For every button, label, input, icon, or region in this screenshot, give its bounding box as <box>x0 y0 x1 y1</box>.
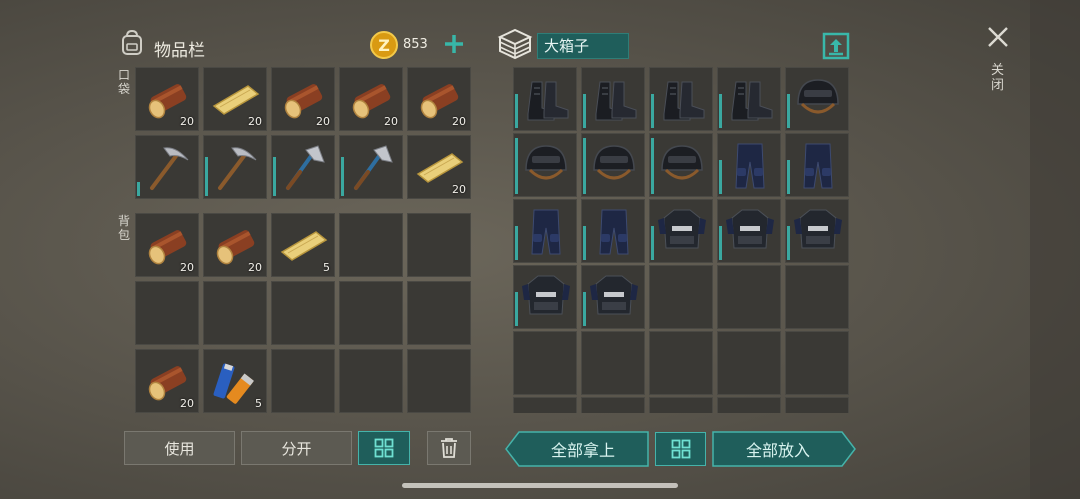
durability-bar <box>583 94 586 128</box>
container-sort-button[interactable] <box>655 432 706 466</box>
container-slot-vest[interactable] <box>717 199 781 263</box>
container-slot-helmet[interactable] <box>513 133 577 197</box>
durability-bar <box>719 226 722 260</box>
container-slot-empty[interactable] <box>717 265 781 329</box>
home-indicator[interactable] <box>402 483 678 488</box>
vest-icon <box>794 209 842 249</box>
container-slot-empty[interactable] <box>717 331 781 395</box>
durability-bar <box>719 94 722 128</box>
container-slot-boots[interactable] <box>513 67 577 131</box>
boots-icon <box>731 81 773 121</box>
container-slot-empty[interactable] <box>785 397 849 413</box>
helmet-icon <box>525 145 567 180</box>
container-slot-empty[interactable] <box>649 397 713 413</box>
helmet-icon <box>797 79 839 114</box>
vest-icon <box>726 209 774 249</box>
container-slot-boots[interactable] <box>581 67 645 131</box>
container-slot-vest[interactable] <box>513 265 577 329</box>
container-slot-vest[interactable] <box>785 199 849 263</box>
pants-icon <box>735 143 765 189</box>
container-slot-helmet[interactable] <box>649 133 713 197</box>
container-slot-boots[interactable] <box>649 67 713 131</box>
durability-bar <box>583 292 586 326</box>
boots-icon <box>527 81 569 121</box>
container-slot-pants[interactable] <box>717 133 781 197</box>
container-slot-empty[interactable] <box>649 331 713 395</box>
take-all-button[interactable]: 全部拿上 <box>517 431 649 467</box>
container-slot-vest[interactable] <box>649 199 713 263</box>
helmet-icon <box>661 145 703 180</box>
container-slot-pants[interactable] <box>513 199 577 263</box>
container-slot-empty[interactable] <box>785 265 849 329</box>
container-slot-pants[interactable] <box>581 199 645 263</box>
boots-icon <box>595 81 637 121</box>
trash-icon <box>441 438 457 458</box>
close-label[interactable]: 关闭 <box>991 63 1005 93</box>
vest-icon <box>590 275 638 315</box>
boots-icon <box>663 81 705 121</box>
durability-bar <box>515 292 518 326</box>
container-slot-boots[interactable] <box>717 67 781 131</box>
container-slot-empty[interactable] <box>785 331 849 395</box>
durability-bar <box>515 226 518 260</box>
pants-icon <box>531 209 561 255</box>
pants-icon <box>803 143 833 189</box>
container-slot-empty[interactable] <box>513 331 577 395</box>
container-slot-empty[interactable] <box>513 397 577 413</box>
pants-icon <box>599 209 629 255</box>
vest-icon <box>522 275 570 315</box>
durability-bar <box>651 226 654 260</box>
container-slot-pants[interactable] <box>785 133 849 197</box>
durability-bar <box>787 226 790 260</box>
durability-bar <box>583 138 586 194</box>
vest-icon <box>658 209 706 249</box>
container-grid <box>0 0 1080 413</box>
split-button[interactable]: 分开 <box>241 431 352 465</box>
grid-icon <box>374 438 394 458</box>
durability-bar <box>515 94 518 128</box>
trash-button[interactable] <box>427 431 471 465</box>
durability-bar <box>651 138 654 194</box>
durability-bar <box>583 226 586 260</box>
container-slot-empty[interactable] <box>581 331 645 395</box>
close-icon[interactable] <box>986 25 1010 49</box>
helmet-icon <box>593 145 635 180</box>
container-slot-helmet[interactable] <box>581 133 645 197</box>
container-slot-empty[interactable] <box>581 397 645 413</box>
durability-bar <box>719 160 722 194</box>
durability-bar <box>515 138 518 194</box>
sort-grid-button[interactable] <box>358 431 410 465</box>
container-slot-empty[interactable] <box>649 265 713 329</box>
use-button[interactable]: 使用 <box>124 431 235 465</box>
durability-bar <box>787 160 790 194</box>
container-slot-empty[interactable] <box>717 397 781 413</box>
put-all-button[interactable]: 全部放入 <box>712 431 844 467</box>
container-slot-vest[interactable] <box>581 265 645 329</box>
durability-bar <box>787 94 790 128</box>
durability-bar <box>651 94 654 128</box>
grid-icon <box>671 439 690 459</box>
container-slot-helmet[interactable] <box>785 67 849 131</box>
